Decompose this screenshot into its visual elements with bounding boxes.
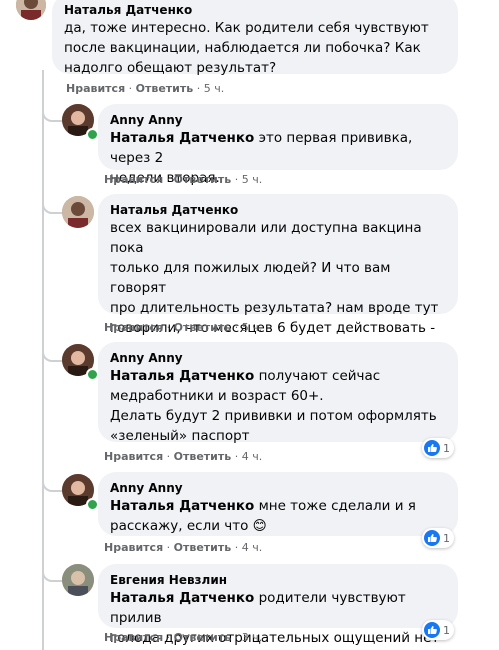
reply-button[interactable]: Ответить — [136, 82, 194, 95]
reply-button[interactable]: Ответить — [174, 173, 232, 186]
comment-author[interactable]: Евгения Невзлин — [110, 572, 446, 588]
mention-link[interactable]: Наталья Датченко — [110, 498, 254, 514]
reply-button[interactable]: Ответить — [174, 321, 232, 334]
comment-text: Наталья Датченко получают сейчас медрабо… — [110, 368, 437, 444]
thread-branch — [42, 100, 64, 122]
comment-author[interactable]: Anny Anny — [110, 112, 446, 128]
comment-author[interactable]: Наталья Датченко — [64, 2, 446, 18]
like-icon — [424, 440, 440, 456]
like-icon — [424, 530, 440, 546]
comment-actions: Нравится · Ответить · 4 ч. — [104, 541, 263, 554]
reply-button[interactable]: Ответить — [174, 631, 232, 644]
thread-branch — [42, 192, 64, 214]
mention-link[interactable]: Наталья Датченко — [110, 590, 254, 606]
smiling-face-emoji: 😊 — [252, 518, 267, 534]
comment-actions: Нравится · Ответить · 4 ч. — [104, 450, 263, 463]
reaction-count[interactable]: 1 — [422, 620, 454, 640]
like-button[interactable]: Нравится — [104, 450, 163, 463]
comment-bubble: Anny Anny Наталья Датченко получают сейч… — [98, 342, 458, 444]
like-button[interactable]: Нравится — [104, 321, 163, 334]
timestamp[interactable]: 5 ч. — [204, 82, 225, 95]
timestamp[interactable]: 3 ч. — [242, 631, 263, 644]
comment-actions: Нравится · Ответить · 3 ч. — [104, 631, 263, 644]
comment-author[interactable]: Наталья Датченко — [110, 202, 446, 218]
comment-text: да, тоже интересно. Как родители себя чу… — [64, 20, 429, 76]
comment-bubble: Anny Anny Наталья Датченко мне тоже сдел… — [98, 472, 458, 536]
comment-author[interactable]: Anny Anny — [110, 480, 446, 496]
timestamp[interactable]: 4 ч. — [242, 450, 263, 463]
like-button[interactable]: Нравится — [104, 173, 163, 186]
comment-text: Наталья Датченко мне тоже сделали и я ра… — [110, 498, 416, 534]
thread-branch — [42, 340, 64, 362]
reply-button[interactable]: Ответить — [174, 541, 232, 554]
avatar[interactable] — [16, 0, 46, 20]
comment-bubble: Евгения Невзлин Наталья Датченко родител… — [98, 564, 458, 646]
avatar[interactable] — [62, 564, 94, 596]
thread-branch — [42, 560, 64, 582]
reply-button[interactable]: Ответить — [174, 450, 232, 463]
comment-actions: Нравится · Ответить · 5 ч. — [104, 173, 263, 186]
comment-author[interactable]: Anny Anny — [110, 350, 446, 366]
comment-bubble: Наталья Датченко да, тоже интересно. Как… — [52, 0, 458, 76]
mention-link[interactable]: Наталья Датченко — [110, 368, 254, 384]
comment-bubble: Наталья Датченко всех вакцинировали или … — [98, 194, 458, 356]
avatar[interactable] — [62, 196, 94, 228]
timestamp[interactable]: 5 ч. — [242, 321, 263, 334]
like-icon — [424, 622, 440, 638]
timestamp[interactable]: 5 ч. — [242, 173, 263, 186]
like-button[interactable]: Нравится — [104, 631, 163, 644]
timestamp[interactable]: 4 ч. — [242, 541, 263, 554]
thread-branch — [42, 470, 64, 492]
comment-actions: Нравится · Ответить · 5 ч. — [104, 321, 263, 334]
like-button[interactable]: Нравится — [66, 82, 125, 95]
comment-actions: Нравится · Ответить · 5 ч. — [66, 82, 225, 95]
like-button[interactable]: Нравится — [104, 541, 163, 554]
reaction-count[interactable]: 1 — [422, 438, 454, 458]
mention-link[interactable]: Наталья Датченко — [110, 130, 254, 146]
reaction-count[interactable]: 1 — [422, 528, 454, 548]
comment-bubble: Anny Anny Наталья Датченко это первая пр… — [98, 104, 458, 186]
comment-text: всех вакцинировали или доступна вакцина … — [110, 220, 439, 356]
